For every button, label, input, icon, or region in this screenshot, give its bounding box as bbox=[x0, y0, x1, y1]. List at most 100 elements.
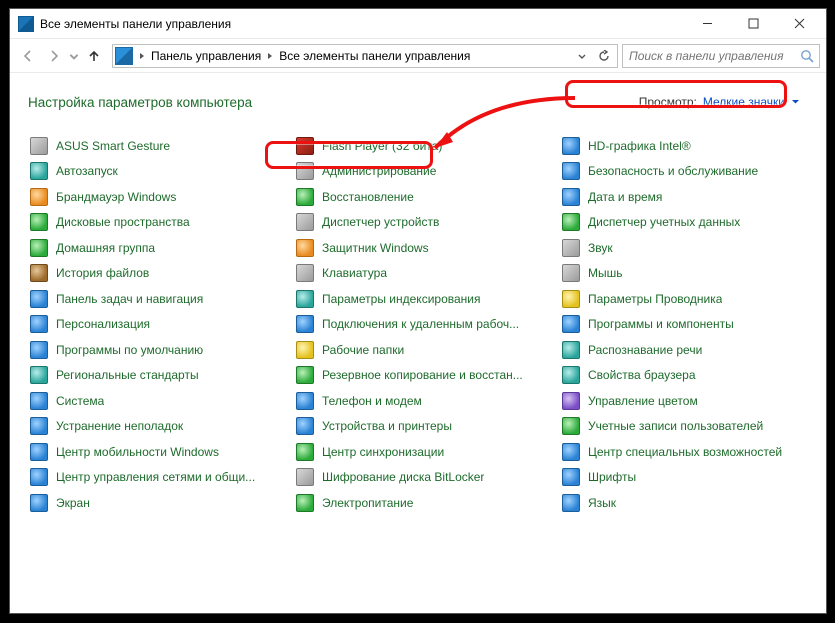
forward-button[interactable] bbox=[42, 44, 66, 68]
cp-item-icon bbox=[30, 264, 48, 282]
chevron-right-icon[interactable] bbox=[263, 45, 277, 67]
cp-item[interactable]: Рабочие папки bbox=[294, 337, 542, 363]
search-icon[interactable] bbox=[799, 48, 815, 64]
cp-item[interactable]: Параметры индексирования bbox=[294, 286, 542, 312]
cp-item[interactable]: Устройства и принтеры bbox=[294, 414, 542, 440]
cp-item-label: Мышь bbox=[588, 266, 623, 280]
cp-item-icon bbox=[562, 443, 580, 461]
cp-item[interactable]: Устранение неполадок bbox=[28, 414, 276, 440]
cp-item-label: Центр управления сетями и общи... bbox=[56, 470, 255, 484]
cp-item-icon bbox=[296, 137, 314, 155]
cp-item-icon bbox=[562, 213, 580, 231]
cp-item-label: Flash Player (32 бита) bbox=[322, 139, 442, 153]
close-button[interactable] bbox=[776, 9, 822, 39]
cp-item[interactable]: Экран bbox=[28, 490, 276, 516]
header-row: Настройка параметров компьютера Просмотр… bbox=[28, 91, 808, 113]
cp-item-icon bbox=[30, 315, 48, 333]
chevron-right-icon[interactable] bbox=[135, 45, 149, 67]
view-switcher[interactable]: Просмотр: Мелкие значки bbox=[631, 91, 808, 113]
refresh-button[interactable] bbox=[593, 45, 615, 67]
cp-item-icon bbox=[296, 392, 314, 410]
column-3: HD-графика Intel®Безопасность и обслужив… bbox=[560, 133, 808, 516]
column-2: Flash Player (32 бита) АдминистрированиеВ… bbox=[294, 133, 542, 516]
cp-item[interactable]: Шрифты bbox=[560, 465, 808, 491]
cp-item[interactable]: Брандмауэр Windows bbox=[28, 184, 276, 210]
cp-item[interactable]: Электропитание bbox=[294, 490, 542, 516]
cp-item-label: Рабочие папки bbox=[322, 343, 404, 357]
cp-item[interactable]: ASUS Smart Gesture bbox=[28, 133, 276, 159]
search-box[interactable] bbox=[622, 44, 820, 68]
back-button[interactable] bbox=[16, 44, 40, 68]
cp-item[interactable]: Персонализация bbox=[28, 312, 276, 338]
cp-item[interactable]: История файлов bbox=[28, 261, 276, 287]
address-bar[interactable]: Панель управления Все элементы панели уп… bbox=[112, 44, 618, 68]
cp-item[interactable]: Управление цветом bbox=[560, 388, 808, 414]
search-input[interactable] bbox=[627, 48, 799, 64]
nav-arrows bbox=[16, 44, 106, 68]
cp-item[interactable]: Центр мобильности Windows bbox=[28, 439, 276, 465]
cp-item-icon bbox=[296, 443, 314, 461]
cp-item-icon bbox=[30, 443, 48, 461]
cp-item-label: Устройства и принтеры bbox=[322, 419, 452, 433]
cp-item[interactable]: Распознавание речи bbox=[560, 337, 808, 363]
cp-item-icon bbox=[30, 366, 48, 384]
cp-item-label: Язык bbox=[588, 496, 616, 510]
cp-item[interactable]: Свойства браузера bbox=[560, 363, 808, 389]
history-dropdown[interactable] bbox=[68, 44, 80, 68]
cp-item[interactable]: Защитник Windows bbox=[294, 235, 542, 261]
cp-item-icon bbox=[562, 417, 580, 435]
cp-item[interactable]: Подключения к удаленным рабоч... bbox=[294, 312, 542, 338]
cp-item-icon bbox=[296, 290, 314, 308]
cp-item[interactable]: Региональные стандарты bbox=[28, 363, 276, 389]
cp-item[interactable]: Панель задач и навигация bbox=[28, 286, 276, 312]
cp-item[interactable]: Программы по умолчанию bbox=[28, 337, 276, 363]
address-dropdown[interactable] bbox=[571, 45, 593, 67]
cp-item[interactable]: Дисковые пространства bbox=[28, 210, 276, 236]
cp-item[interactable]: Центр управления сетями и общи... bbox=[28, 465, 276, 491]
cp-item[interactable]: Дата и время bbox=[560, 184, 808, 210]
cp-item-icon bbox=[562, 290, 580, 308]
cp-item[interactable]: Центр специальных возможностей bbox=[560, 439, 808, 465]
cp-item[interactable]: HD-графика Intel® bbox=[560, 133, 808, 159]
cp-item[interactable]: Параметры Проводника bbox=[560, 286, 808, 312]
cp-item[interactable]: Учетные записи пользователей bbox=[560, 414, 808, 440]
breadcrumb-1[interactable]: Панель управления bbox=[151, 49, 261, 63]
view-value: Мелкие значки bbox=[703, 95, 785, 109]
up-button[interactable] bbox=[82, 44, 106, 68]
cp-item[interactable]: Flash Player (32 бита) bbox=[294, 133, 542, 159]
cp-item[interactable]: Центр синхронизации bbox=[294, 439, 542, 465]
cp-item[interactable]: Звук bbox=[560, 235, 808, 261]
cp-item[interactable]: Система bbox=[28, 388, 276, 414]
cp-item[interactable]: Восстановление bbox=[294, 184, 542, 210]
items-grid: ASUS Smart GestureАвтозапускБрандмауэр W… bbox=[28, 133, 808, 516]
cp-item[interactable]: Шифрование диска BitLocker bbox=[294, 465, 542, 491]
cp-item-label: Программы и компоненты bbox=[588, 317, 734, 331]
breadcrumb-2[interactable]: Все элементы панели управления bbox=[279, 49, 470, 63]
cp-item-label: Параметры индексирования bbox=[322, 292, 480, 306]
cp-item-icon bbox=[30, 137, 48, 155]
cp-item-label: Домашняя группа bbox=[56, 241, 155, 255]
cp-item[interactable]: Автозапуск bbox=[28, 159, 276, 185]
cp-item[interactable]: Резервное копирование и восстан... bbox=[294, 363, 542, 389]
cp-item[interactable]: Домашняя группа bbox=[28, 235, 276, 261]
cp-item[interactable]: Диспетчер учетных данных bbox=[560, 210, 808, 236]
cp-item[interactable]: Диспетчер устройств bbox=[294, 210, 542, 236]
cp-item-label: Система bbox=[56, 394, 104, 408]
cp-item[interactable]: Язык bbox=[560, 490, 808, 516]
cp-item-label: Телефон и модем bbox=[322, 394, 422, 408]
cp-item-icon bbox=[296, 162, 314, 180]
cp-item[interactable]: Мышь bbox=[560, 261, 808, 287]
cp-item-label: Программы по умолчанию bbox=[56, 343, 203, 357]
cp-item[interactable]: Администрирование bbox=[294, 159, 542, 185]
maximize-button[interactable] bbox=[730, 9, 776, 39]
navbar: Панель управления Все элементы панели уп… bbox=[10, 39, 826, 73]
cp-item[interactable]: Безопасность и обслуживание bbox=[560, 159, 808, 185]
cp-item-icon bbox=[562, 162, 580, 180]
cp-item-label: Распознавание речи bbox=[588, 343, 702, 357]
cp-item[interactable]: Телефон и модем bbox=[294, 388, 542, 414]
cp-item[interactable]: Программы и компоненты bbox=[560, 312, 808, 338]
minimize-button[interactable] bbox=[684, 9, 730, 39]
cp-item-icon bbox=[30, 417, 48, 435]
cp-item-label: Резервное копирование и восстан... bbox=[322, 368, 523, 382]
cp-item[interactable]: Клавиатура bbox=[294, 261, 542, 287]
